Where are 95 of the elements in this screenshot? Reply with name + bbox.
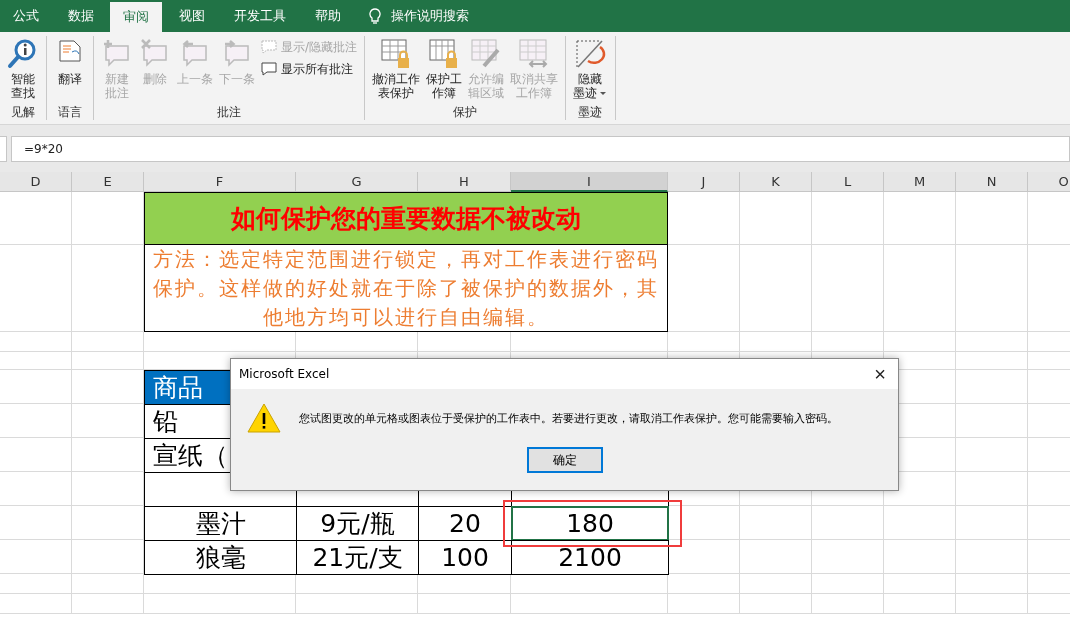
column-header[interactable]: O <box>1028 172 1070 192</box>
name-box[interactable] <box>0 135 7 162</box>
warning-icon <box>247 403 281 433</box>
group-label: 批注 <box>216 104 242 120</box>
table-cell: 20 <box>418 506 512 541</box>
empty-cell <box>812 192 884 245</box>
ink-icon <box>574 38 607 70</box>
table-cell: 21元/支 <box>296 540 419 575</box>
comment-icon <box>261 62 277 76</box>
empty-cell <box>0 192 72 245</box>
empty-cell <box>668 574 740 594</box>
empty-cell <box>956 574 1028 594</box>
close-button[interactable]: × <box>862 359 898 389</box>
empty-cell <box>0 594 72 614</box>
empty-cell <box>72 594 144 614</box>
empty-cell <box>0 472 72 506</box>
ribbon-tab[interactable]: 视图 <box>166 0 218 32</box>
column-header[interactable]: L <box>812 172 884 192</box>
ribbon-button[interactable]: 隐藏墨迹 <box>571 36 610 104</box>
ribbon-button[interactable]: 智能查找 <box>5 36 41 104</box>
empty-cell <box>0 332 72 352</box>
column-header[interactable]: G <box>296 172 418 192</box>
ribbon-tab[interactable]: 帮助 <box>302 0 354 32</box>
column-header[interactable]: M <box>884 172 956 192</box>
empty-cell <box>884 594 956 614</box>
group-label: 语言 <box>57 104 83 120</box>
empty-cell <box>812 506 884 540</box>
empty-cell <box>956 506 1028 540</box>
empty-cell <box>740 594 812 614</box>
formula-field[interactable]: =9*20 <box>11 135 1070 162</box>
empty-cell <box>956 540 1028 574</box>
empty-cell <box>740 574 812 594</box>
empty-cell <box>956 370 1028 404</box>
empty-cell <box>0 438 72 472</box>
comment-icon <box>261 40 277 54</box>
table-cell: 2100 <box>511 540 669 575</box>
group-label: 保护 <box>452 104 479 120</box>
table-cell: 墨汁 <box>144 506 297 541</box>
caret-icon <box>599 91 608 97</box>
empty-cell <box>740 192 812 245</box>
empty-cell <box>956 352 1028 370</box>
empty-cell <box>956 192 1028 245</box>
table-cell: 9元/瓶 <box>296 506 419 541</box>
ribbon-button[interactable]: 撤消工作表保护 <box>370 36 423 104</box>
ribbon-tab[interactable]: 公式 <box>0 0 52 32</box>
table-cell: 100 <box>418 540 512 575</box>
column-header[interactable]: N <box>956 172 1028 192</box>
tell-me-search[interactable]: 操作说明搜索 <box>357 0 481 32</box>
column-header[interactable]: I <box>511 172 668 192</box>
empty-cell <box>884 332 956 352</box>
empty-cell <box>884 506 956 540</box>
empty-cell <box>812 594 884 614</box>
empty-cell <box>0 352 72 370</box>
empty-cell <box>0 370 72 404</box>
ok-button[interactable]: 确定 <box>526 447 603 473</box>
ribbon-button[interactable]: 显示所有批注 <box>259 60 360 78</box>
column-header[interactable]: F <box>144 172 296 192</box>
empty-cell <box>956 438 1028 472</box>
column-header[interactable]: H <box>418 172 511 192</box>
table-cell: 180 <box>511 506 669 541</box>
empty-cell <box>956 404 1028 438</box>
ribbon-button[interactable]: 翻译 <box>52 36 88 104</box>
empty-cell <box>956 594 1028 614</box>
ribbon-button[interactable]: 保护工作簿 <box>424 36 465 104</box>
dialog-message: 您试图更改的单元格或图表位于受保护的工作表中。若要进行更改，请取消工作表保护。您可能需要输入密码。 <box>299 410 838 426</box>
column-header[interactable]: D <box>0 172 72 192</box>
empty-cell <box>668 594 740 614</box>
ribbon-tab[interactable]: 数据 <box>55 0 107 32</box>
lightbulb-icon <box>369 7 381 25</box>
empty-cell <box>72 332 144 352</box>
empty-cell <box>0 404 72 438</box>
empty-cell <box>884 540 956 574</box>
ribbon-tab[interactable]: 审阅 <box>110 2 162 32</box>
empty-cell <box>740 540 812 574</box>
empty-cell <box>956 472 1028 506</box>
note-text: 方法：选定特定范围进行锁定，再对工作表进行密码保护。这样做的好处就在于除了被保护的数据外，其他地方均可以进行自由编辑。 <box>144 245 668 332</box>
sheet-title: 如何保护您的重要数据不被改动 <box>144 192 668 245</box>
empty-cell <box>0 574 72 594</box>
empty-cell <box>884 574 956 594</box>
empty-cell <box>956 332 1028 352</box>
ribbon-tab[interactable]: 开发工具 <box>221 0 299 32</box>
empty-cell <box>72 574 144 594</box>
column-header[interactable]: E <box>72 172 144 192</box>
group-label: 墨迹 <box>577 104 604 120</box>
empty-cell <box>0 506 72 540</box>
empty-cell <box>0 540 72 574</box>
column-header[interactable]: K <box>740 172 812 192</box>
empty-cell <box>812 540 884 574</box>
group-label: 见解 <box>10 104 36 120</box>
table-cell: 狼毫 <box>144 540 297 575</box>
empty-cell <box>812 574 884 594</box>
empty-cell <box>740 506 812 540</box>
column-header[interactable]: J <box>668 172 740 192</box>
empty-cell <box>72 352 144 370</box>
empty-cell <box>884 192 956 245</box>
